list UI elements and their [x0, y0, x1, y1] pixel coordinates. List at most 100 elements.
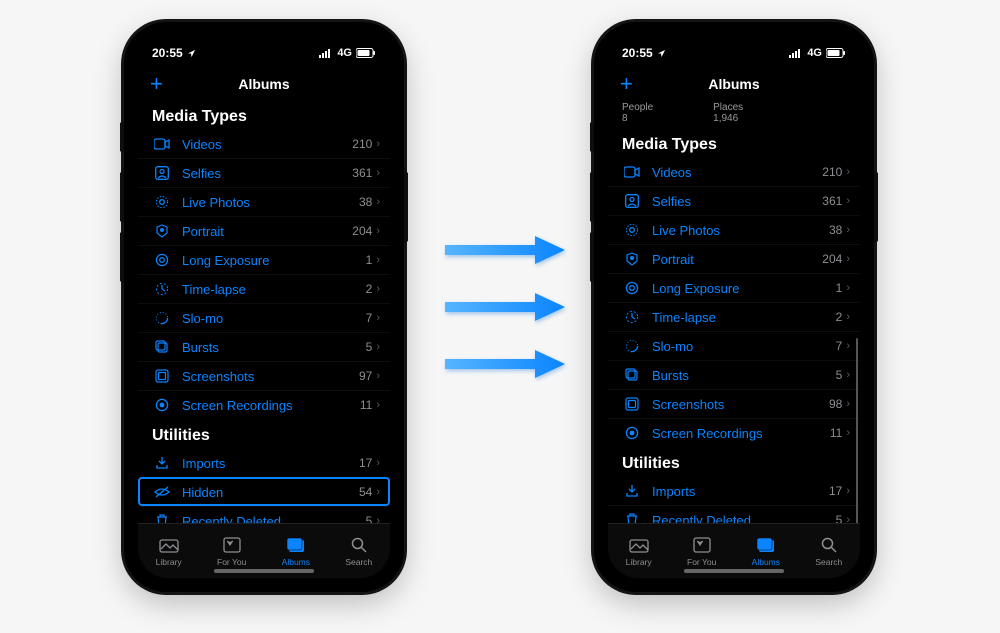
tab-albums[interactable]: Albums: [752, 535, 780, 567]
clock: 20:55: [152, 46, 183, 60]
network-label: 4G: [807, 47, 822, 59]
location-icon: [657, 49, 666, 58]
row-selfies[interactable]: Selfies361›: [138, 158, 390, 187]
screenshots-icon: [152, 369, 172, 383]
row-screenshots[interactable]: Screenshots97›: [138, 361, 390, 390]
people-count: 8: [622, 113, 653, 124]
tab-albums[interactable]: Albums: [282, 535, 310, 567]
foryou-icon: [693, 535, 711, 555]
tab-foryou[interactable]: For You: [217, 535, 246, 567]
portrait-icon: [622, 252, 642, 266]
livephoto-icon: [622, 223, 642, 237]
places-count: 1,946: [713, 113, 743, 124]
utilities-header: Utilities: [608, 447, 860, 477]
chevron-right-icon: ›: [376, 196, 380, 208]
arrow-icon: [440, 289, 570, 325]
chevron-right-icon: ›: [846, 398, 850, 410]
row-imports[interactable]: Imports17›: [608, 477, 860, 505]
tab-search[interactable]: Search: [815, 535, 842, 567]
hidden-icon: [152, 486, 172, 498]
row-livephotos[interactable]: Live Photos38›: [138, 187, 390, 216]
bursts-icon: [622, 368, 642, 382]
tab-library[interactable]: Library: [156, 535, 182, 567]
add-button[interactable]: +: [620, 73, 633, 95]
screenrec-icon: [622, 426, 642, 440]
chevron-right-icon: ›: [846, 224, 850, 236]
chevron-right-icon: ›: [376, 167, 380, 179]
chevron-right-icon: ›: [376, 283, 380, 295]
row-videos[interactable]: Videos210›: [138, 130, 390, 158]
chevron-right-icon: ›: [846, 253, 850, 265]
chevron-right-icon: ›: [846, 282, 850, 294]
library-icon: [159, 535, 179, 555]
row-videos[interactable]: Videos210›: [608, 158, 860, 186]
utilities-header: Utilities: [138, 419, 390, 449]
tab-search[interactable]: Search: [345, 535, 372, 567]
row-portrait[interactable]: Portrait204›: [138, 216, 390, 245]
chevron-right-icon: ›: [376, 399, 380, 411]
home-bar[interactable]: [214, 569, 314, 573]
chevron-right-icon: ›: [846, 369, 850, 381]
chevron-right-icon: ›: [376, 312, 380, 324]
arrow-icon: [440, 232, 570, 268]
row-screenrecordings[interactable]: Screen Recordings11›: [608, 418, 860, 447]
screen-left: 20:55 4G + Albums Media Types Videos210›…: [138, 36, 390, 578]
row-screenrecordings[interactable]: Screen Recordings11›: [138, 390, 390, 419]
content-right: Media Types Videos210› Selfies361› Live …: [608, 128, 860, 534]
tab-bar: Library For You Albums Search: [138, 523, 390, 578]
albums-icon: [286, 535, 306, 555]
chevron-right-icon: ›: [846, 166, 850, 178]
arrow-icon: [440, 346, 570, 382]
notch: [674, 36, 794, 58]
library-icon: [629, 535, 649, 555]
screenrec-icon: [152, 398, 172, 412]
comparison-stage: 20:55 4G + Albums Media Types Videos210›…: [0, 0, 1000, 633]
slomo-icon: [622, 339, 642, 353]
row-longexposure[interactable]: Long Exposure1›: [138, 245, 390, 274]
row-timelapse[interactable]: Time-lapse2›: [138, 274, 390, 303]
row-selfies[interactable]: Selfies361›: [608, 186, 860, 215]
tab-bar: Library For You Albums Search: [608, 523, 860, 578]
home-bar[interactable]: [684, 569, 784, 573]
livephoto-icon: [152, 195, 172, 209]
timelapse-icon: [622, 310, 642, 324]
add-button[interactable]: +: [150, 73, 163, 95]
tab-foryou[interactable]: For You: [687, 535, 716, 567]
video-icon: [152, 138, 172, 150]
row-bursts[interactable]: Bursts5›: [608, 360, 860, 389]
clock: 20:55: [622, 46, 653, 60]
row-timelapse[interactable]: Time-lapse2›: [608, 302, 860, 331]
people-places-peek: People8 Places1,946: [608, 100, 860, 128]
longexposure-icon: [622, 281, 642, 295]
media-types-header: Media Types: [138, 100, 390, 130]
row-slomo[interactable]: Slo-mo7›: [138, 303, 390, 332]
row-livephotos[interactable]: Live Photos38›: [608, 215, 860, 244]
nav-header: + Albums: [608, 68, 860, 100]
places-label: Places: [713, 102, 743, 113]
chevron-right-icon: ›: [376, 370, 380, 382]
search-icon: [821, 535, 837, 555]
chevron-right-icon: ›: [846, 427, 850, 439]
row-bursts[interactable]: Bursts5›: [138, 332, 390, 361]
chevron-right-icon: ›: [846, 311, 850, 323]
selfie-icon: [622, 194, 642, 208]
battery-icon: [826, 48, 846, 58]
timelapse-icon: [152, 282, 172, 296]
chevron-right-icon: ›: [376, 486, 380, 498]
scrollbar[interactable]: [856, 338, 858, 528]
chevron-right-icon: ›: [376, 225, 380, 237]
row-slomo[interactable]: Slo-mo7›: [608, 331, 860, 360]
row-hidden[interactable]: Hidden54›: [138, 477, 390, 506]
albums-icon: [756, 535, 776, 555]
row-longexposure[interactable]: Long Exposure1›: [608, 273, 860, 302]
screen-right: 20:55 4G + Albums People8 Places1,946 Me…: [608, 36, 860, 578]
slomo-icon: [152, 311, 172, 325]
tab-library[interactable]: Library: [626, 535, 652, 567]
row-imports[interactable]: Imports17›: [138, 449, 390, 477]
row-screenshots[interactable]: Screenshots98›: [608, 389, 860, 418]
page-title: Albums: [238, 76, 289, 92]
people-label: People: [622, 102, 653, 113]
phone-left: 20:55 4G + Albums Media Types Videos210›…: [124, 22, 404, 592]
row-portrait[interactable]: Portrait204›: [608, 244, 860, 273]
content-left: Media Types Videos210› Selfies361› Live …: [138, 100, 390, 535]
